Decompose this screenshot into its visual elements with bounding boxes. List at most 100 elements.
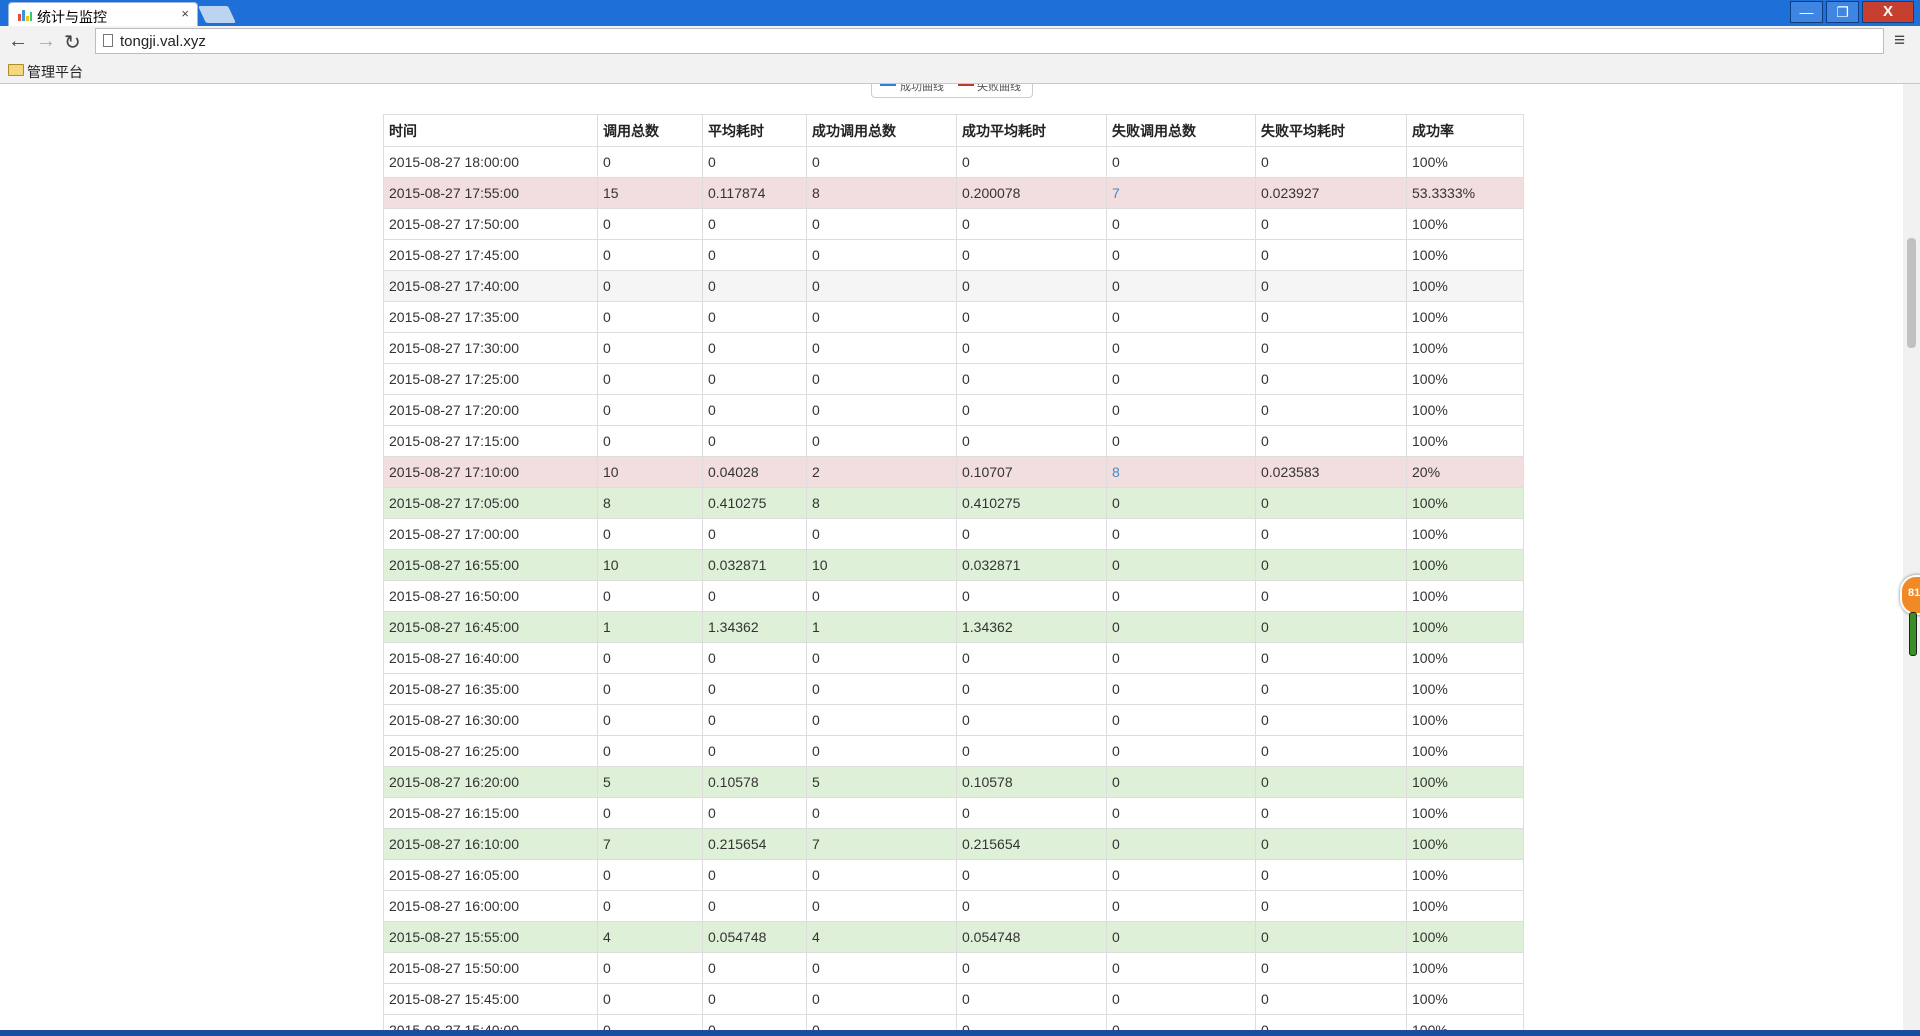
cell-success-calls: 7: [806, 828, 957, 860]
back-arrow-icon[interactable]: ←: [8, 30, 28, 53]
cell-fail-calls: 8: [1106, 456, 1256, 488]
header-success-calls: 成功调用总数: [806, 114, 957, 147]
cell-success-rate: 100%: [1406, 952, 1524, 984]
cell-success-calls: 0: [806, 425, 957, 457]
forward-arrow-icon[interactable]: →: [36, 30, 56, 53]
reload-icon[interactable]: ↻: [64, 30, 81, 55]
table-row: 2015-08-27 17:35:00 0 0 0 0 0 0 100%: [383, 301, 1524, 333]
cell-success-rate: 100%: [1406, 487, 1524, 519]
floating-badge[interactable]: 81: [1900, 575, 1920, 615]
cell-fail-avg-time: 0: [1255, 208, 1407, 240]
cell-fail-calls: 0: [1106, 518, 1256, 550]
cell-fail-calls: 0: [1106, 611, 1256, 643]
cell-fail-avg-time: 0: [1255, 859, 1407, 891]
cell-total-calls: 0: [597, 239, 703, 271]
cell-fail-calls: 0: [1106, 828, 1256, 860]
cell-fail-calls: 0: [1106, 859, 1256, 891]
cell-avg-time: 0: [702, 983, 807, 1015]
cell-success-calls: 0: [806, 363, 957, 395]
cell-success-calls: 0: [806, 642, 957, 674]
table-row: 2015-08-27 16:20:00 5 0.10578 5 0.10578 0 0 100…: [383, 766, 1524, 798]
cell-avg-time: 0: [702, 735, 807, 767]
cell-total-calls: 8: [597, 487, 703, 519]
cell-total-calls: 0: [597, 642, 703, 674]
cell-fail-avg-time: 0: [1255, 332, 1407, 364]
cell-fail-calls: 0: [1106, 766, 1256, 798]
cell-success-avg-time: 0.200078: [956, 177, 1107, 209]
cell-success-rate: 100%: [1406, 828, 1524, 860]
cell-avg-time: 0.410275: [702, 487, 807, 519]
cell-time: 2015-08-27 17:50:00: [383, 208, 598, 240]
cell-fail-avg-time: 0: [1255, 611, 1407, 643]
browser-menu-icon[interactable]: ≡: [1894, 30, 1905, 52]
cell-time: 2015-08-27 15:45:00: [383, 983, 598, 1015]
address-bar[interactable]: tongji.val.xyz: [95, 28, 1884, 54]
cell-fail-calls: 0: [1106, 642, 1256, 674]
cell-total-calls: 4: [597, 921, 703, 953]
cell-success-rate: 100%: [1406, 1014, 1524, 1030]
tab-close-icon[interactable]: ×: [181, 6, 189, 21]
browser-tab[interactable]: 统计与监控 ×: [8, 2, 198, 26]
cell-time: 2015-08-27 17:40:00: [383, 270, 598, 302]
cell-avg-time: 0: [702, 642, 807, 674]
cell-avg-time: 0: [702, 952, 807, 984]
window-minimize-button[interactable]: —: [1790, 1, 1823, 23]
cell-time: 2015-08-27 17:00:00: [383, 518, 598, 550]
cell-fail-avg-time: 0.023583: [1255, 456, 1407, 488]
cell-success-rate: 53.3333%: [1406, 177, 1524, 209]
cell-fail-calls: 0: [1106, 1014, 1256, 1030]
table-row: 2015-08-27 17:10:00 10 0.04028 2 0.10707 8 0.0…: [383, 456, 1524, 488]
cell-fail-calls: 7: [1106, 177, 1256, 209]
bookmark-admin-platform[interactable]: 管理平台: [27, 62, 83, 82]
chart-legend: 成功曲线 失败曲线: [871, 84, 1033, 98]
cell-success-avg-time: 0: [956, 580, 1107, 612]
new-tab-button[interactable]: [198, 6, 236, 23]
cell-fail-calls: 0: [1106, 332, 1256, 364]
vertical-scrollbar[interactable]: [1903, 84, 1920, 1030]
table-row: 2015-08-27 15:50:00 0 0 0 0 0 0 100%: [383, 952, 1524, 984]
cell-total-calls: 7: [597, 828, 703, 860]
cell-success-rate: 100%: [1406, 301, 1524, 333]
fail-calls-link[interactable]: 7: [1112, 185, 1120, 201]
cell-avg-time: 0: [702, 239, 807, 271]
cell-fail-avg-time: 0: [1255, 766, 1407, 798]
header-fail-avg-time: 失败平均耗时: [1255, 114, 1407, 147]
cell-time: 2015-08-27 16:20:00: [383, 766, 598, 798]
cell-avg-time: 0: [702, 425, 807, 457]
table-row: 2015-08-27 18:00:00 0 0 0 0 0 0 100%: [383, 146, 1524, 178]
legend-fail-label[interactable]: 失败曲线: [977, 84, 1021, 94]
cell-fail-calls: 0: [1106, 549, 1256, 581]
cell-total-calls: 1: [597, 611, 703, 643]
window-titlebar: 统计与监控 × — ❐ X: [0, 0, 1920, 26]
cell-avg-time: 0.10578: [702, 766, 807, 798]
cell-success-rate: 100%: [1406, 332, 1524, 364]
cell-success-avg-time: 0.032871: [956, 549, 1107, 581]
cell-success-calls: 0: [806, 208, 957, 240]
badge-count: 81: [1908, 587, 1920, 599]
cell-time: 2015-08-27 17:20:00: [383, 394, 598, 426]
cell-avg-time: 1.34362: [702, 611, 807, 643]
cell-fail-avg-time: 0: [1255, 952, 1407, 984]
window-close-button[interactable]: X: [1862, 1, 1914, 23]
page-viewport: 成功曲线 失败曲线 时间 调用总数 平均耗时 成功调用总数 成功平均耗时 失败调…: [0, 84, 1903, 1030]
cell-success-calls: 5: [806, 766, 957, 798]
table-row: 2015-08-27 17:40:00 0 0 0 0 0 0 100%: [383, 270, 1524, 302]
cell-avg-time: 0: [702, 270, 807, 302]
legend-success-label[interactable]: 成功曲线: [900, 84, 944, 94]
fail-calls-link[interactable]: 8: [1112, 464, 1120, 480]
cell-success-rate: 100%: [1406, 239, 1524, 271]
cell-success-rate: 100%: [1406, 704, 1524, 736]
url-text[interactable]: tongji.val.xyz: [120, 33, 206, 50]
cell-time: 2015-08-27 15:50:00: [383, 952, 598, 984]
cell-fail-avg-time: 0: [1255, 890, 1407, 922]
cell-fail-calls: 0: [1106, 146, 1256, 178]
window-maximize-button[interactable]: ❐: [1826, 1, 1859, 23]
table-row: 2015-08-27 17:20:00 0 0 0 0 0 0 100%: [383, 394, 1524, 426]
cell-success-rate: 100%: [1406, 394, 1524, 426]
cell-success-avg-time: 0.410275: [956, 487, 1107, 519]
table-row: 2015-08-27 16:55:00 10 0.032871 10 0.032871 0…: [383, 549, 1524, 581]
scrollbar-thumb[interactable]: [1907, 238, 1916, 348]
cell-success-calls: 8: [806, 487, 957, 519]
cell-success-avg-time: 0: [956, 735, 1107, 767]
table-header-row: 时间 调用总数 平均耗时 成功调用总数 成功平均耗时 失败调用总数 失败平均耗时…: [383, 114, 1524, 147]
